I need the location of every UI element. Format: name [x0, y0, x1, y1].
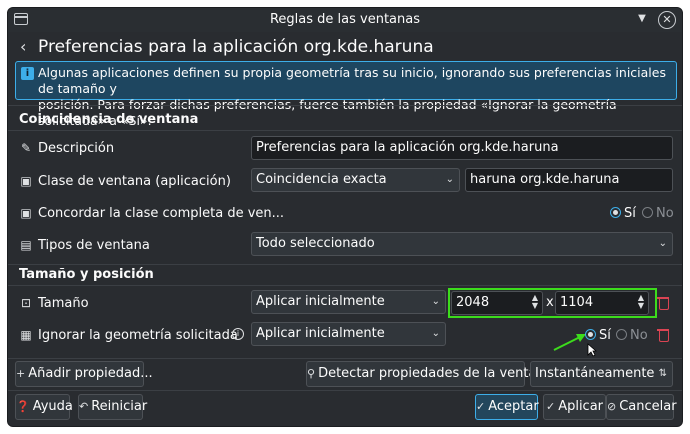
- ignore-geometry-no-radio[interactable]: No: [616, 328, 648, 344]
- close-icon[interactable]: ✕: [658, 11, 676, 29]
- chevron-down-icon: ⌄: [431, 328, 440, 339]
- cancel-button[interactable]: ⊘ Cancelar: [606, 394, 677, 420]
- section-title-window-match: Coincidencia de ventana: [19, 112, 199, 127]
- page-header: ‹ Preferencias para la aplicación org.kd…: [8, 33, 682, 61]
- check-icon: ✓: [476, 400, 486, 413]
- divider: [8, 264, 682, 265]
- accept-button[interactable]: ✓ Aceptar: [475, 394, 539, 420]
- info-icon[interactable]: i: [232, 328, 244, 340]
- full-class-no-radio[interactable]: No: [642, 206, 674, 222]
- apply-button[interactable]: ✓ Aplicar: [543, 394, 606, 420]
- info-text-line-1: Algunas aplicaciones definen su propia g…: [38, 65, 666, 96]
- page-title: Preferencias para la aplicación org.kde.…: [38, 37, 434, 57]
- mouse-cursor-icon: [587, 343, 597, 357]
- chevron-down-icon: ⌄: [431, 296, 440, 307]
- window-class-input[interactable]: haruna org.kde.haruna: [465, 168, 673, 192]
- divider: [8, 358, 682, 359]
- divider: [8, 285, 682, 286]
- check-icon: ✓: [545, 400, 556, 413]
- cancel-icon: ⊘: [607, 400, 617, 413]
- divider: [8, 390, 682, 391]
- detect-delay-combo[interactable]: Instantáneamente ⇅: [530, 361, 673, 387]
- ignore-geometry-yes-radio[interactable]: Sí: [585, 328, 611, 344]
- help-icon: ❓: [16, 400, 30, 413]
- description-input[interactable]: Preferencias para la aplicación org.kde.…: [251, 136, 673, 160]
- geometry-icon: ▦: [20, 328, 32, 342]
- window-rules-dialog: Reglas de las ventanas ▼ ✕ ‹ Preferencia…: [7, 7, 683, 427]
- divider: [8, 105, 682, 106]
- chevron-up-down-icon: ⇅: [658, 368, 667, 379]
- window-title: Reglas de las ventanas: [269, 12, 421, 27]
- window-icon: ▣: [20, 206, 32, 220]
- full-class-label: ▣ Concordar la clase completa de ven...: [19, 202, 284, 224]
- full-class-yes-radio[interactable]: Sí: [610, 206, 636, 222]
- annotation-highlight-box: [448, 288, 657, 318]
- undo-icon: ↶: [79, 400, 89, 413]
- ignore-geometry-label: ▦ Ignorar la geometría solicitada: [19, 324, 237, 346]
- help-button[interactable]: ❓ Ayuda: [15, 394, 73, 420]
- ignore-geometry-policy-combo[interactable]: Aplicar inicialmente ⌄: [251, 322, 446, 346]
- size-policy-combo[interactable]: Aplicar inicialmente ⌄: [251, 290, 446, 314]
- info-message: i Algunas aplicaciones definen su propia…: [15, 61, 677, 128]
- detect-window-properties-button[interactable]: ⚲ Detectar propiedades de la ventana: [306, 361, 553, 387]
- window-types-label: ▤ Tipos de ventana: [19, 234, 150, 256]
- delete-size-icon[interactable]: [657, 296, 669, 310]
- divider: [8, 130, 682, 131]
- window-class-label: ▣ Clase de ventana (aplicación): [19, 170, 231, 192]
- pencil-icon: ✎: [20, 141, 32, 155]
- size-label: ⊡ Tamaño: [19, 292, 89, 314]
- window-types-icon: ▤: [20, 238, 32, 252]
- window-class-match-combo[interactable]: Coincidencia exacta ⌄: [251, 168, 460, 192]
- section-title-size-position: Tamaño y posición: [19, 267, 154, 282]
- delete-ignore-geometry-icon[interactable]: [657, 328, 669, 342]
- info-icon: i: [21, 67, 34, 80]
- resize-icon: ⊡: [20, 296, 32, 310]
- chevron-down-icon[interactable]: ▼: [634, 11, 650, 27]
- add-property-button[interactable]: + Añadir propiedad...: [15, 361, 153, 387]
- plus-icon: +: [16, 367, 26, 380]
- titlebar: Reglas de las ventanas ▼ ✕: [8, 8, 682, 32]
- window-icon: ▣: [20, 174, 32, 188]
- chevron-down-icon: ⌄: [658, 238, 667, 249]
- back-arrow-icon[interactable]: ‹: [20, 37, 26, 56]
- chevron-down-icon: ⌄: [445, 174, 454, 185]
- description-label: ✎ Descripción: [19, 137, 114, 159]
- window-types-combo[interactable]: Todo seleccionado ⌄: [251, 232, 673, 256]
- reset-button[interactable]: ↶ Reiniciar: [78, 394, 147, 420]
- search-icon: ⚲: [307, 367, 316, 380]
- annotation-arrow: [553, 334, 586, 351]
